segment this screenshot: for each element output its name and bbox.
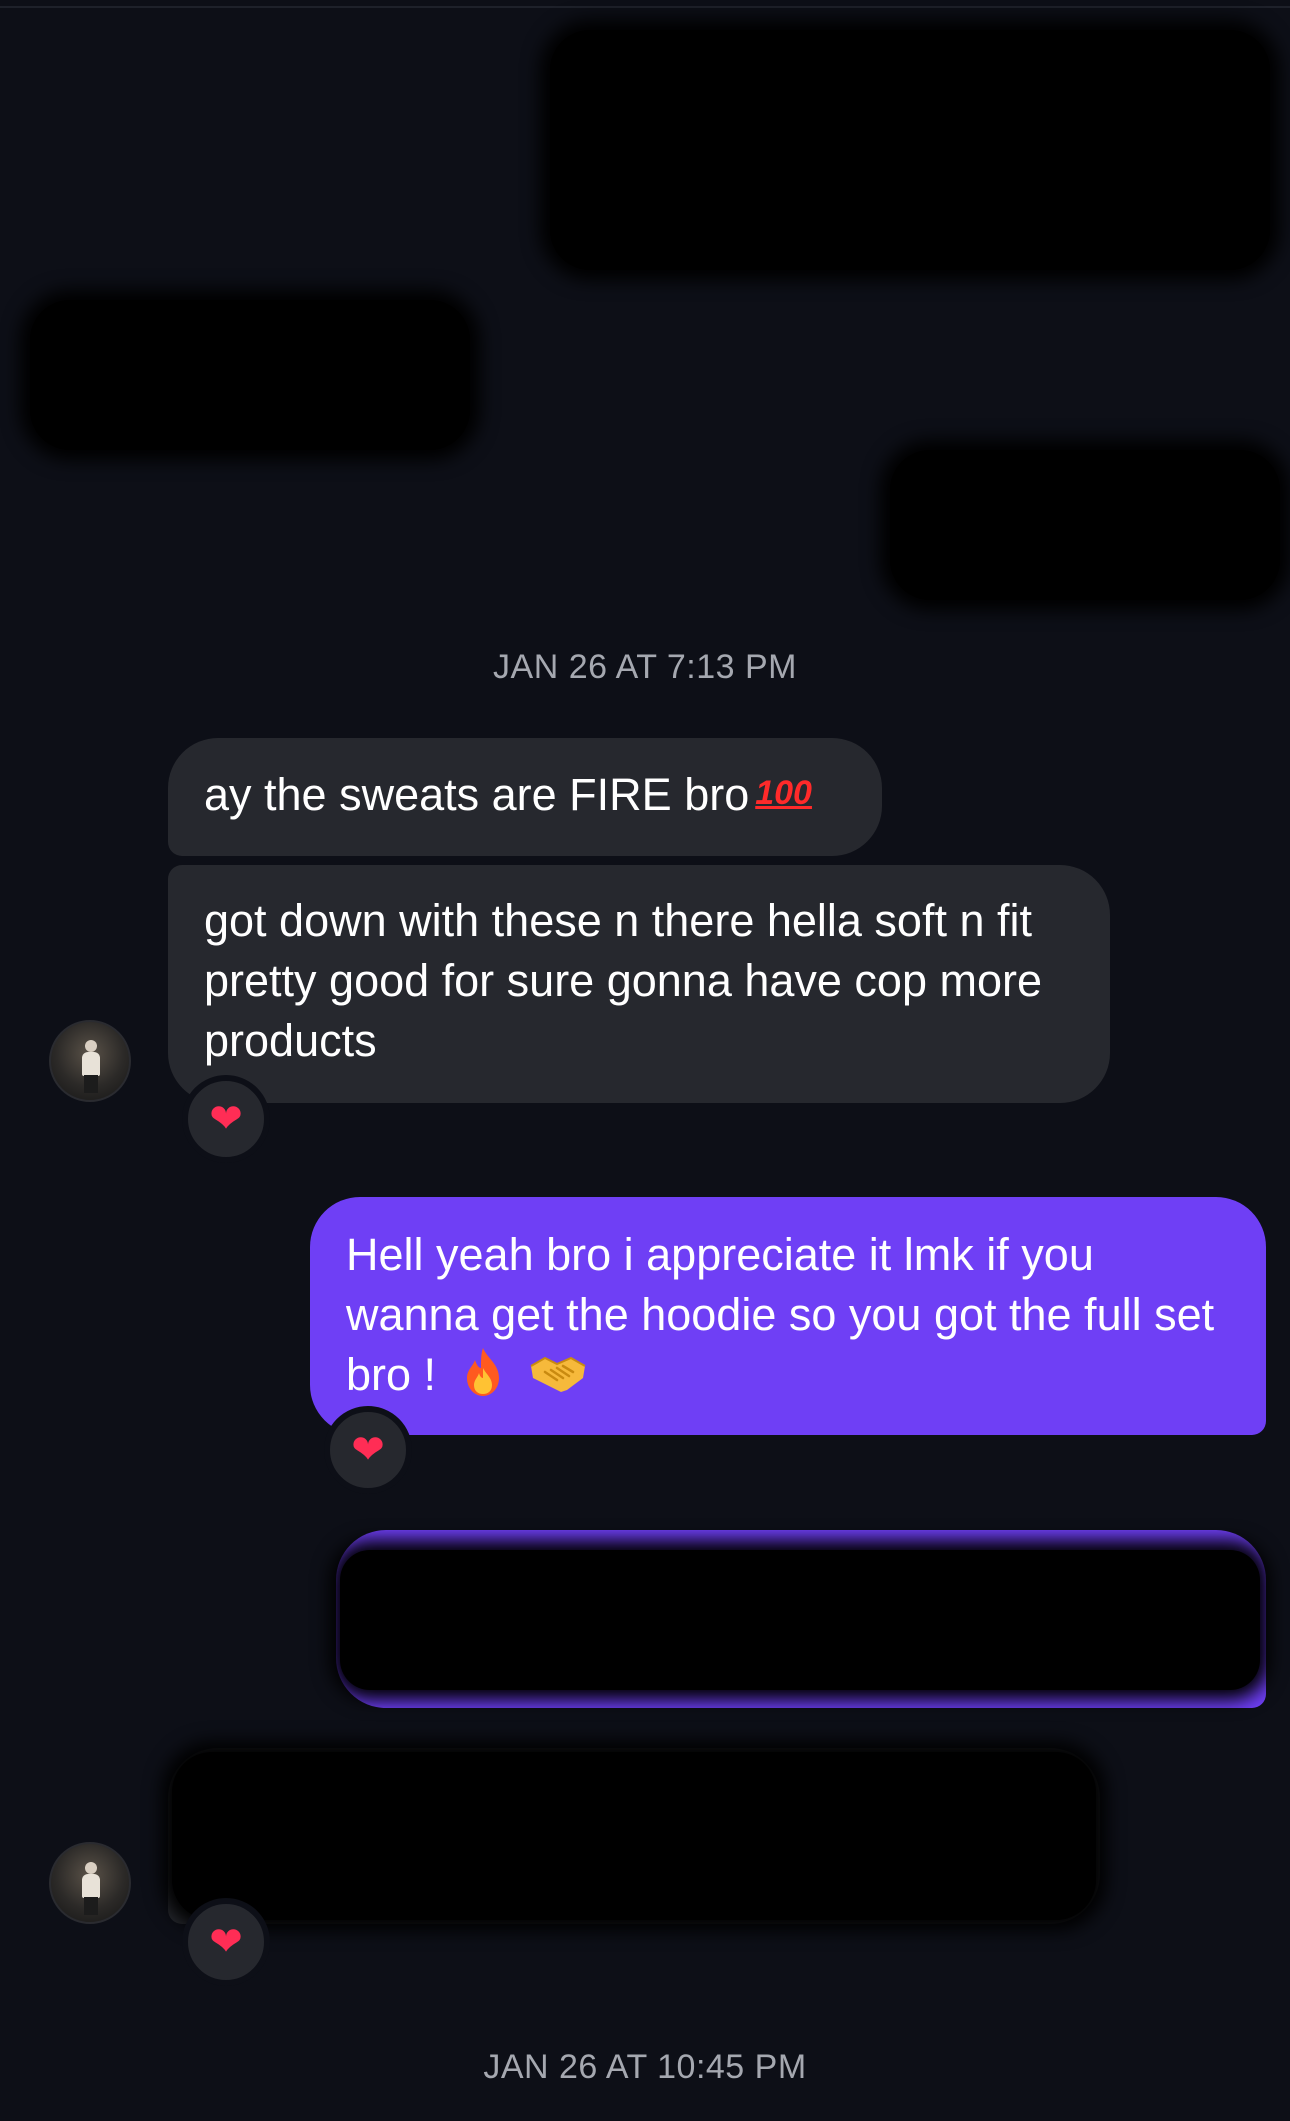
heart-icon: ❤ xyxy=(209,1096,243,1142)
avatar-figure-body xyxy=(82,1874,100,1898)
avatar-figure-body xyxy=(82,1052,100,1076)
redacted-region xyxy=(340,1550,1260,1690)
redacted-region xyxy=(890,450,1280,600)
timestamp: JAN 26 AT 7:13 PM xyxy=(493,648,797,686)
redacted-region xyxy=(550,30,1270,270)
hundred-points-icon: 100 xyxy=(755,774,812,812)
avatar-figure-head xyxy=(85,1040,97,1052)
incoming-message-bubble[interactable]: ay the sweats are FIRE bro 100 xyxy=(168,738,882,856)
fire-icon xyxy=(466,1348,499,1396)
avatar[interactable] xyxy=(49,1020,131,1102)
avatar[interactable] xyxy=(49,1842,131,1924)
handshake-icon xyxy=(530,1356,586,1392)
heart-reaction[interactable]: ❤ xyxy=(324,1406,412,1494)
top-divider xyxy=(0,6,1290,8)
heart-icon: ❤ xyxy=(351,1427,385,1473)
avatar-figure-legs xyxy=(84,1897,98,1915)
incoming-message-bubble[interactable]: got down with these n there hella soft n… xyxy=(168,865,1110,1103)
timestamp: JAN 26 AT 10:45 PM xyxy=(483,2048,807,2086)
redacted-region xyxy=(30,300,470,450)
heart-reaction[interactable]: ❤ xyxy=(182,1075,270,1163)
heart-icon: ❤ xyxy=(209,1919,243,1965)
avatar-figure-head xyxy=(85,1862,97,1874)
redacted-region xyxy=(172,1752,1096,1920)
outgoing-message-bubble[interactable]: Hell yeah bro i appreciate it lmk if you… xyxy=(310,1197,1266,1435)
avatar-figure-legs xyxy=(84,1075,98,1093)
heart-reaction[interactable]: ❤ xyxy=(182,1898,270,1986)
message-text: ay the sweats are FIRE bro xyxy=(204,769,750,820)
message-text: got down with these n there hella soft n… xyxy=(204,895,1043,1066)
